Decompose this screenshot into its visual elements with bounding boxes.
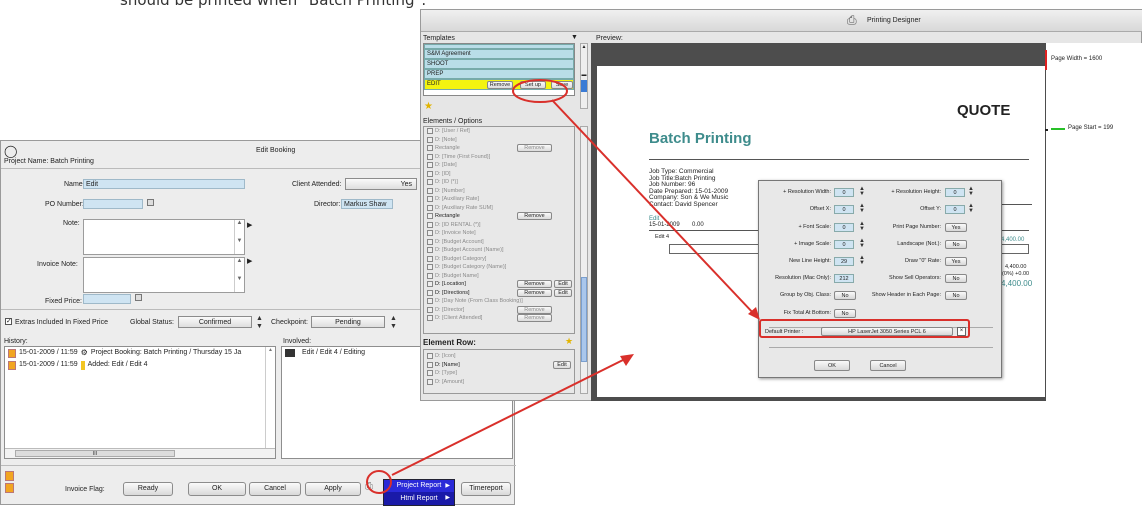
setup-highlight bbox=[512, 79, 568, 103]
arrow-line bbox=[551, 99, 756, 316]
print-highlight bbox=[366, 470, 392, 494]
default-printer-highlight bbox=[759, 319, 970, 338]
annotation-overlay bbox=[366, 79, 970, 494]
arrow-line bbox=[391, 357, 628, 476]
